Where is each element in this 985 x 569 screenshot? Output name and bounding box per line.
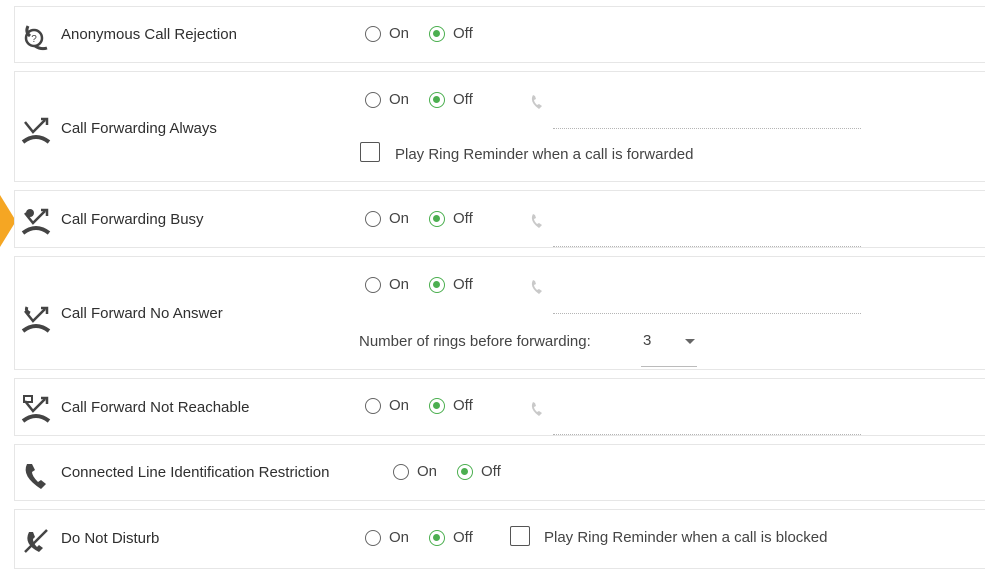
- anonymous-call-icon: ?: [21, 22, 51, 52]
- feature-label: Do Not Disturb: [61, 530, 160, 547]
- on-radio[interactable]: [393, 463, 409, 480]
- rings-value: 3: [643, 332, 652, 349]
- feature-label: Call Forwarding Busy: [61, 211, 204, 228]
- call-forward-not-reachable-icon: [21, 393, 51, 423]
- feature-label: Connected Line Identification Restrictio…: [61, 464, 330, 481]
- on-off-radio-group: On Off: [365, 397, 493, 414]
- on-radio[interactable]: [365, 25, 381, 42]
- ring-reminder-label: Play Ring Reminder when a call is forwar…: [395, 146, 694, 163]
- ring-reminder-checkbox[interactable]: [360, 142, 380, 162]
- phone-icon: [530, 279, 544, 295]
- feature-label: Call Forward No Answer: [61, 305, 223, 322]
- phone-handset-icon: [21, 461, 51, 491]
- rings-select[interactable]: 3: [641, 329, 697, 367]
- on-label: On: [389, 276, 410, 293]
- ring-reminder-label: Play Ring Reminder when a call is blocke…: [544, 529, 828, 546]
- svg-text:?: ?: [31, 34, 37, 45]
- on-label: On: [389, 210, 410, 227]
- call-forward-no-answer-icon: [21, 303, 51, 333]
- on-label: On: [389, 397, 410, 414]
- off-radio[interactable]: [429, 210, 446, 227]
- feature-row-do-not-disturb: Do Not Disturb On Off Play Ring Reminder…: [14, 509, 985, 569]
- off-label: Off: [453, 529, 473, 546]
- on-radio[interactable]: [365, 276, 381, 293]
- on-label: On: [389, 529, 410, 546]
- on-label: On: [389, 25, 410, 42]
- off-label: Off: [453, 210, 473, 227]
- feature-row-connected-line-identification-restriction: Connected Line Identification Restrictio…: [14, 444, 985, 501]
- on-off-radio-group: On Off: [365, 276, 493, 293]
- on-label: On: [417, 463, 438, 480]
- on-off-radio-group: On Off: [365, 25, 493, 42]
- feature-row-call-forward-not-reachable: Call Forward Not Reachable On Off: [14, 378, 985, 436]
- off-radio[interactable]: [457, 463, 474, 480]
- feature-row-call-forwarding-always: Call Forwarding Always On Off Play Ring …: [14, 71, 985, 182]
- on-radio[interactable]: [365, 91, 381, 108]
- call-forward-icon: [21, 114, 51, 144]
- on-off-radio-group: On Off: [365, 529, 493, 546]
- feature-row-call-forwarding-busy: Call Forwarding Busy On Off: [14, 190, 985, 248]
- forward-number-input[interactable]: [553, 433, 861, 435]
- feature-label: Anonymous Call Rejection: [61, 26, 237, 43]
- off-radio[interactable]: [429, 529, 446, 546]
- on-radio[interactable]: [365, 397, 381, 414]
- phone-icon: [530, 213, 544, 229]
- on-label: On: [389, 91, 410, 108]
- on-off-radio-group: On Off: [365, 91, 493, 108]
- feature-row-call-forward-no-answer: Call Forward No Answer On Off Number of …: [14, 256, 985, 370]
- on-off-radio-group: On Off: [393, 463, 521, 480]
- forward-number-input[interactable]: [553, 127, 861, 129]
- off-radio[interactable]: [429, 397, 446, 414]
- off-label: Off: [453, 91, 473, 108]
- feature-label: Call Forward Not Reachable: [61, 399, 250, 416]
- off-label: Off: [481, 463, 501, 480]
- phone-icon: [530, 94, 544, 110]
- off-label: Off: [453, 397, 473, 414]
- forward-number-input[interactable]: [553, 245, 861, 247]
- feature-label: Call Forwarding Always: [61, 120, 217, 137]
- ring-reminder-checkbox[interactable]: [510, 526, 530, 546]
- rings-label: Number of rings before forwarding:: [359, 333, 591, 350]
- phone-icon: [530, 401, 544, 417]
- off-label: Off: [453, 276, 473, 293]
- off-radio[interactable]: [429, 25, 446, 42]
- chevron-down-icon: [685, 339, 695, 344]
- off-radio[interactable]: [429, 276, 446, 293]
- forward-number-input[interactable]: [553, 312, 861, 314]
- feature-row-anonymous-call-rejection: ? Anonymous Call Rejection On Off: [14, 6, 985, 63]
- off-label: Off: [453, 25, 473, 42]
- call-forward-busy-icon: [21, 205, 51, 235]
- on-off-radio-group: On Off: [365, 210, 493, 227]
- on-radio[interactable]: [365, 210, 381, 227]
- on-radio[interactable]: [365, 529, 381, 546]
- off-radio[interactable]: [429, 91, 446, 108]
- do-not-disturb-icon: [21, 526, 51, 556]
